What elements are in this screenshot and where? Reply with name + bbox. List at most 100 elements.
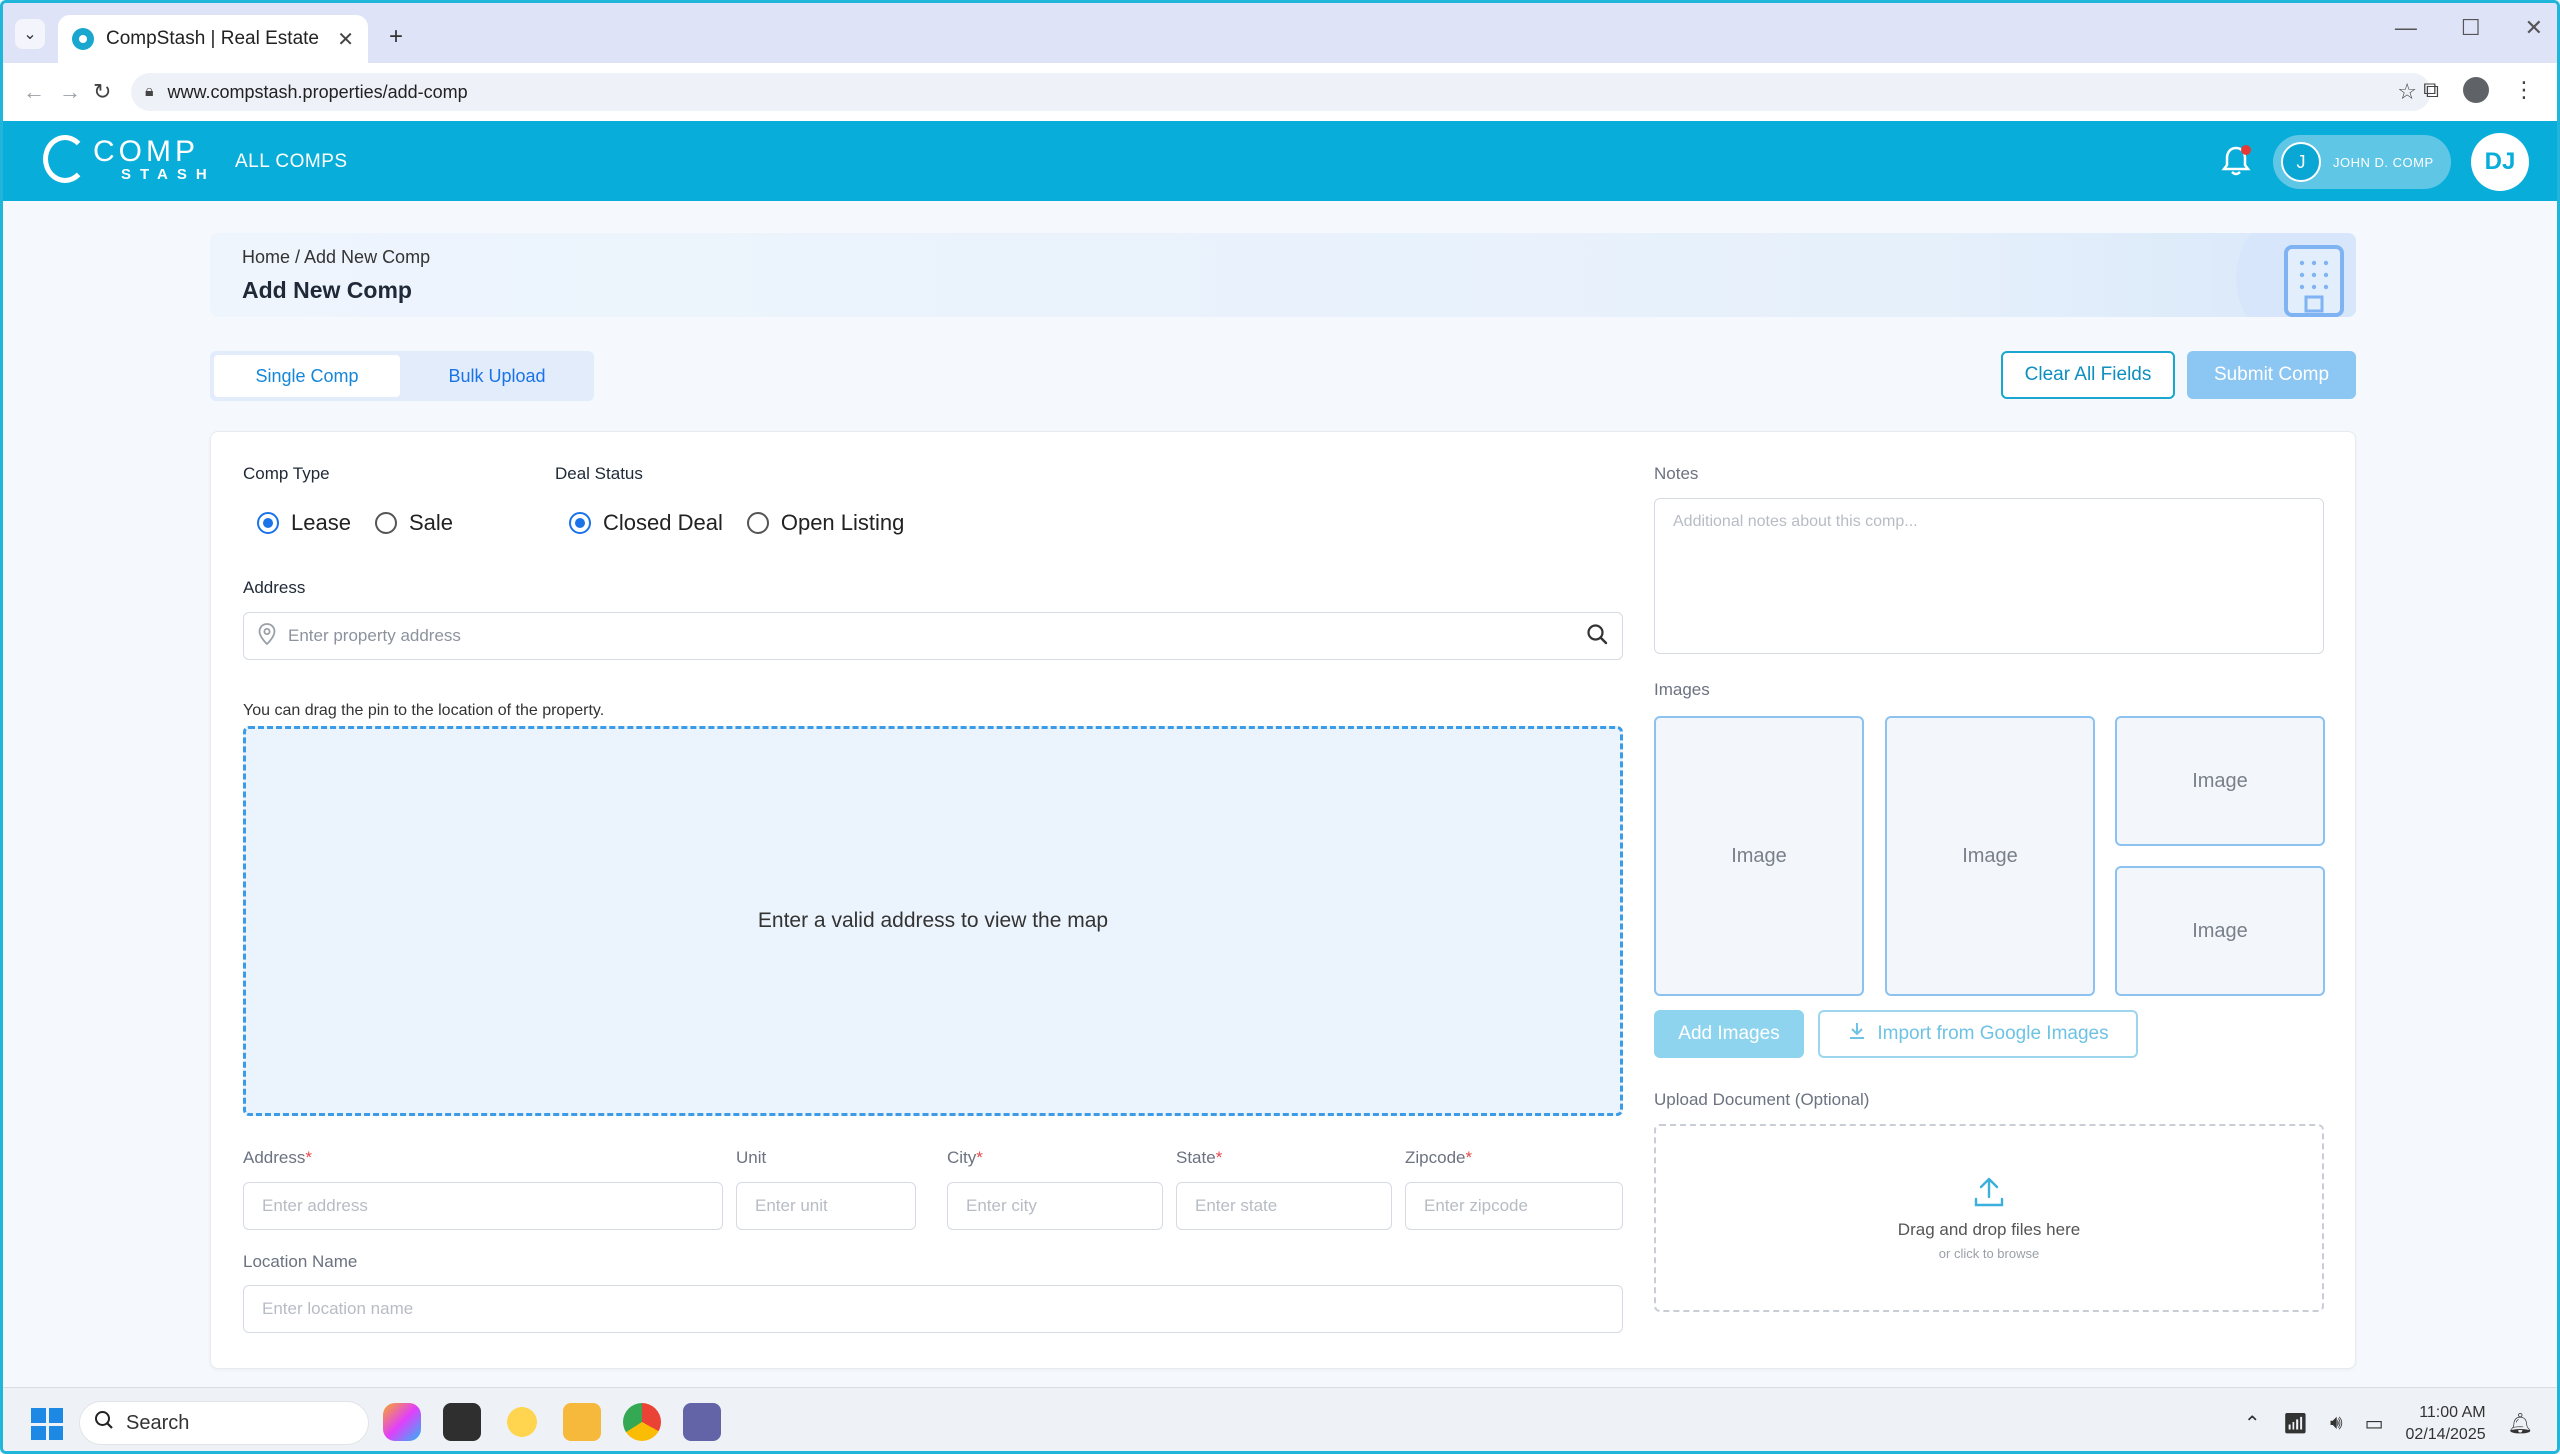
radio-lease-circle[interactable] — [257, 512, 279, 534]
tab-title: CompStash | Real Estate — [106, 28, 319, 49]
address-search-input[interactable] — [288, 626, 1574, 646]
sticky-app-icon[interactable] — [503, 1403, 541, 1441]
unit-input[interactable] — [755, 1196, 897, 1216]
copilot-icon[interactable] — [383, 1403, 421, 1441]
volume-icon[interactable]: 🔊︎ — [2330, 1412, 2343, 1435]
notification-dot — [2241, 145, 2251, 155]
maximize-icon[interactable]: ☐ — [2461, 15, 2481, 41]
logo-text-top: COMP — [93, 134, 199, 168]
chrome-icon[interactable] — [623, 1403, 661, 1441]
image-slot-4[interactable]: Image — [2115, 866, 2325, 996]
terminal-icon[interactable] — [443, 1403, 481, 1441]
map-area[interactable]: Enter a valid address to view the map — [243, 726, 1623, 1116]
reload-icon[interactable]: ↻ — [93, 79, 111, 105]
teams-icon[interactable] — [683, 1403, 721, 1441]
zipcode-field — [1405, 1182, 1623, 1230]
notes-textarea[interactable] — [1673, 513, 2305, 639]
address-input[interactable] — [262, 1196, 704, 1216]
zipcode-input[interactable] — [1424, 1196, 1604, 1216]
notes-label: Notes — [1654, 464, 1699, 483]
extensions-icon[interactable]: ⧉ — [2423, 77, 2439, 103]
clear-all-fields-button[interactable]: Clear All Fields — [2001, 351, 2175, 399]
browser-window: ⌄ CompStash | Real Estate ✕ + — ☐ ✕ ← → … — [0, 0, 2560, 1454]
location-name-label: Location Name — [243, 1252, 358, 1271]
upload-dropzone[interactable]: Drag and drop files here or click to bro… — [1654, 1124, 2324, 1312]
map-hint: You can drag the pin to the location of … — [243, 702, 605, 719]
close-tab-icon[interactable]: ✕ — [337, 27, 354, 52]
url-text: www.compstash.properties/add-comp — [167, 81, 468, 102]
wifi-icon[interactable]: 📶︎ — [2283, 1411, 2308, 1436]
image-slot-1[interactable]: Image — [1654, 716, 1864, 996]
notes-field — [1654, 498, 2324, 654]
location-name-input[interactable] — [262, 1299, 1604, 1319]
new-tab-icon[interactable]: + — [389, 23, 403, 51]
tab-search-icon[interactable]: ⌄ — [15, 19, 45, 49]
image-slot-label: Image — [1962, 844, 2018, 867]
menu-kebab-icon[interactable]: ⋮ — [2513, 77, 2535, 103]
address-field — [243, 1182, 723, 1230]
notification-icon[interactable]: 🔔︎ — [2508, 1411, 2533, 1436]
breadcrumb[interactable]: Home / Add New Comp — [242, 247, 430, 268]
clock-time: 11:00 AM — [2419, 1404, 2486, 1421]
page-title: Add New Comp — [242, 277, 412, 303]
deal-status-label: Deal Status — [555, 464, 643, 483]
radio-sale[interactable]: Sale — [374, 510, 453, 536]
radio-lease[interactable]: Lease — [257, 510, 351, 536]
user-pill-avatar: J — [2281, 142, 2321, 182]
tab-single-comp[interactable]: Single Comp — [214, 355, 400, 397]
file-explorer-icon[interactable] — [563, 1403, 601, 1441]
address-search-box — [243, 612, 1623, 660]
state-field-label: State* — [1176, 1148, 1223, 1167]
close-window-icon[interactable]: ✕ — [2525, 15, 2543, 41]
site-info-icon[interactable]: 🔒︎ — [145, 83, 154, 101]
window-controls: — ☐ ✕ — [2395, 15, 2543, 41]
image-slot-3[interactable]: Image — [2115, 716, 2325, 846]
state-field — [1176, 1182, 1392, 1230]
deal-status-radio-group: Closed Deal Open Listing — [569, 510, 904, 536]
forward-icon[interactable]: → — [59, 79, 81, 105]
comp-type-radio-group: Lease Sale — [257, 510, 453, 536]
avatar[interactable]: DJ — [2471, 133, 2529, 191]
app-header: COMP STASH ALL COMPS J JOHN D. COMP DJ — [3, 121, 2557, 201]
address-bar[interactable]: 🔒︎ www.compstash.properties/add-comp ☆ — [131, 73, 2431, 111]
page-header-card: Home / Add New Comp Add New Comp — [210, 233, 2356, 317]
radio-open-listing[interactable]: Open Listing — [746, 510, 904, 536]
toolbar-right: ⧉ ⋮ — [2423, 77, 2535, 103]
map-placeholder-text: Enter a valid address to view the map — [757, 909, 1109, 932]
unit-field — [736, 1182, 916, 1230]
clock-date: 02/14/2025 — [2405, 1425, 2486, 1443]
back-icon[interactable]: ← — [23, 79, 45, 105]
notifications-bell-icon[interactable] — [2221, 145, 2251, 177]
chevron-up-icon[interactable]: ⌃ — [2244, 1411, 2261, 1436]
user-pill-name: JOHN D. COMP — [2333, 154, 2434, 170]
nav-all-comps[interactable]: ALL COMPS — [235, 151, 348, 173]
state-input[interactable] — [1195, 1196, 1373, 1216]
tab-bulk-upload[interactable]: Bulk Upload — [404, 355, 590, 397]
profile-icon[interactable] — [2463, 77, 2489, 103]
image-slot-2[interactable]: Image — [1885, 716, 2095, 996]
minimize-icon[interactable]: — — [2395, 15, 2417, 41]
search-icon[interactable] — [1586, 623, 1608, 650]
radio-open-listing-circle[interactable] — [746, 512, 769, 534]
compstash-logo[interactable]: COMP STASH — [43, 135, 216, 183]
city-input[interactable] — [966, 1196, 1144, 1216]
tab-strip: ⌄ CompStash | Real Estate ✕ + — ☐ ✕ — [3, 3, 2557, 63]
bookmark-star-icon[interactable]: ☆ — [2397, 79, 2417, 105]
submit-comp-button[interactable]: Submit Comp — [2187, 351, 2356, 399]
radio-closed-deal[interactable]: Closed Deal — [569, 510, 723, 536]
browser-tab[interactable]: CompStash | Real Estate ✕ — [58, 15, 368, 63]
comp-form-card: Comp Type Lease Sale Deal Status Closed … — [210, 431, 2356, 1369]
city-field — [947, 1182, 1163, 1230]
taskbar-search[interactable]: Search — [79, 1401, 369, 1445]
user-menu-pill[interactable]: J JOHN D. COMP — [2273, 135, 2451, 189]
search-icon — [94, 1410, 114, 1436]
add-images-button[interactable]: Add Images — [1654, 1010, 1804, 1058]
zipcode-field-label: Zipcode* — [1405, 1148, 1473, 1167]
clock[interactable]: 11:00 AM 02/14/2025 — [2406, 1402, 2486, 1445]
import-google-images-button[interactable]: Import from Google Images — [1818, 1010, 2138, 1058]
radio-sale-circle[interactable] — [374, 512, 397, 534]
unit-field-label: Unit — [736, 1148, 767, 1167]
battery-icon[interactable]: ▭ — [2365, 1411, 2384, 1436]
radio-closed-deal-circle[interactable] — [569, 512, 591, 534]
windows-start-icon[interactable] — [31, 1408, 63, 1440]
